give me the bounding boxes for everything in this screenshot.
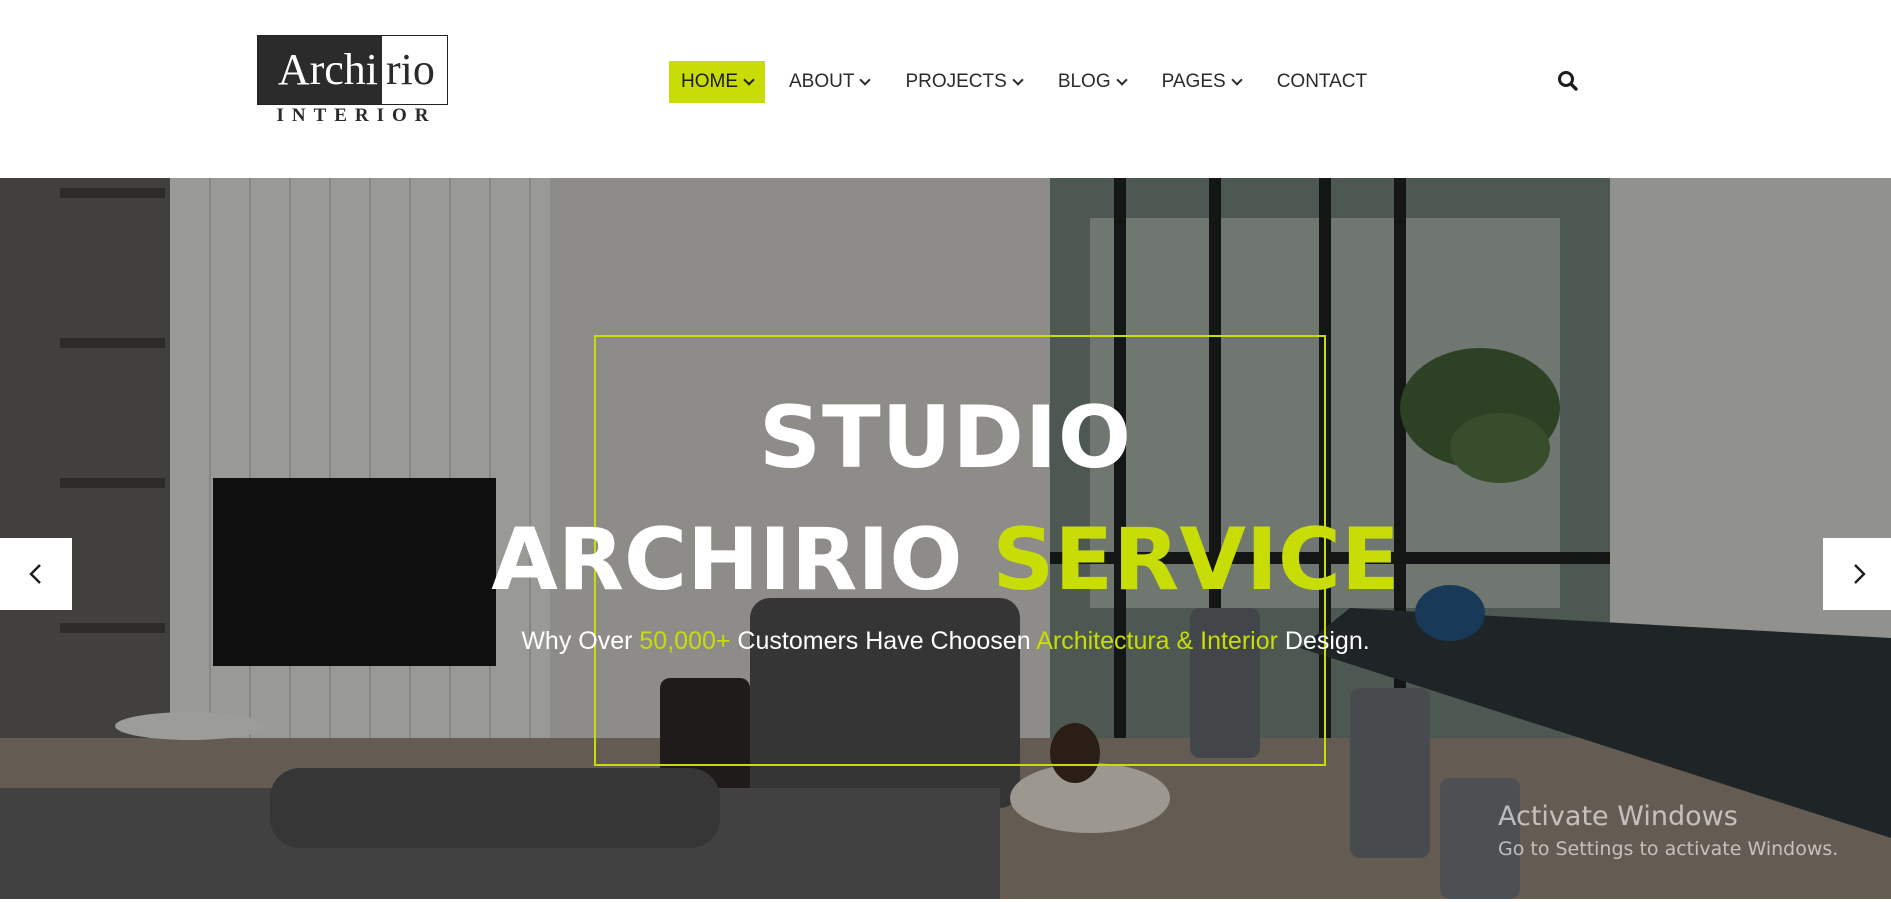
nav-item-label: BLOG [1057,71,1111,92]
nav-item-label: CONTACT [1276,71,1368,92]
chevron-right-icon [1854,564,1866,584]
hero-title-line2: ARCHIRIO SERVICE [0,510,1891,610]
logo-mark: Archi rio [257,35,448,105]
nav-item-label: PROJECTS [905,71,1007,92]
subtitle-part2: Customers Have Choosen [730,627,1037,655]
hero-slider: STUDIO ARCHIRIO SERVICE Why Over 50,000+… [0,178,1891,899]
nav-item-projects[interactable]: PROJECTS [893,61,1033,103]
nav-item-contact[interactable]: CONTACT [1265,61,1379,103]
windows-activation-watermark: Activate Windows Go to Settings to activ… [1498,800,1838,864]
logo-subtitle: INTERIOR [276,105,437,126]
subtitle-part1: Why Over [521,627,640,655]
watermark-title: Activate Windows [1498,801,1738,832]
nav-item-label: HOME [681,71,738,92]
logo-word-light: rio [382,36,447,104]
search-icon [1558,71,1578,91]
chevron-down-icon [1231,73,1243,86]
nav-item-label: ABOUT [789,71,855,92]
slider-prev-button[interactable] [0,538,72,610]
logo-word-dark: Archi [258,36,382,104]
subtitle-highlight: Architectura & Interior [1036,627,1278,655]
nav-item-label: PAGES [1161,71,1226,92]
site-header: Archi rio INTERIOR HOME ABOUT PROJECTS B… [0,0,1891,178]
hero-title-line1: STUDIO [759,388,1132,488]
chevron-down-icon [743,73,755,86]
search-button[interactable] [1556,69,1580,93]
chevron-down-icon [859,73,872,86]
nav-item-blog[interactable]: BLOG [1046,61,1138,103]
nav-item-pages[interactable]: PAGES [1150,61,1253,103]
hero-subtitle: Why Over 50,000+ Customers Have Choosen … [0,624,1891,658]
nav-item-about[interactable]: ABOUT [777,61,881,103]
subtitle-count: 50,000+ [639,627,731,655]
chevron-left-icon [29,564,41,584]
main-nav: HOME ABOUT PROJECTS BLOG PAGES CONTACT [669,61,1391,103]
subtitle-part3: Design. [1277,627,1370,655]
chevron-down-icon [1012,73,1024,86]
slider-next-button[interactable] [1823,538,1891,610]
nav-item-home[interactable]: HOME [669,61,765,103]
logo[interactable]: Archi rio INTERIOR [257,35,448,126]
watermark-subtitle: Go to Settings to activate Windows. [1498,838,1839,860]
chevron-down-icon [1115,73,1128,86]
hero-title-accent: SERVICE [992,510,1400,610]
hero-title-white: ARCHIRIO [491,510,993,610]
